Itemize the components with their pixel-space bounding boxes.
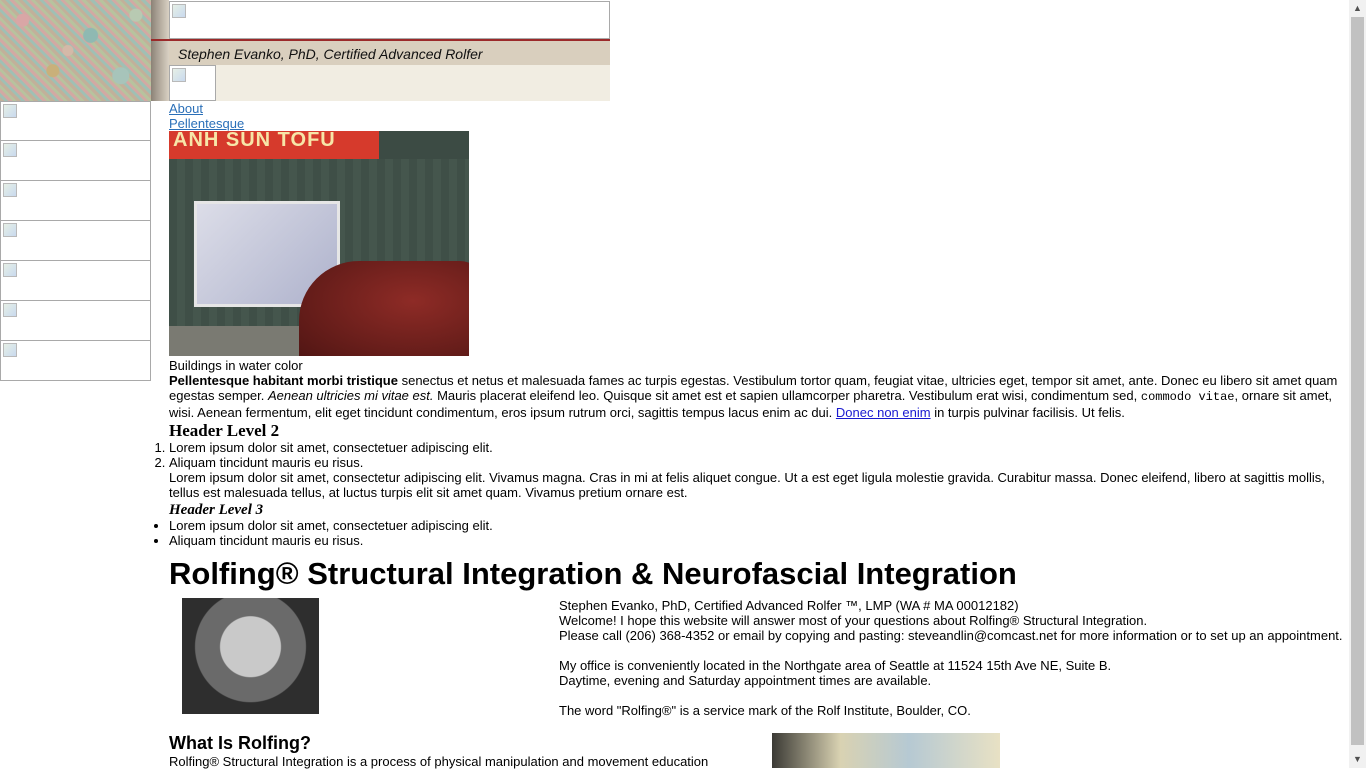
header-edge-shadow [151, 0, 169, 101]
photo-sign-text: ANH SUN TOFU [173, 131, 336, 151]
sidebar-nav-button-6[interactable] [0, 301, 151, 341]
list-item: Lorem ipsum dolor sit amet, consectetuer… [169, 518, 1349, 533]
info-line: Welcome! I hope this website will answer… [559, 613, 1148, 628]
info-line: Stephen Evanko, PhD, Certified Advanced … [559, 598, 1019, 613]
sidebar-nav-button-5[interactable] [0, 261, 151, 301]
side-photo [772, 733, 1000, 768]
article-paragraph: Pellentesque habitant morbi tristique se… [169, 373, 1349, 420]
scrollbar-thumb[interactable] [1351, 17, 1364, 745]
list-item: Aliquam tincidunt mauris eu risus. [169, 533, 1349, 548]
bold-lead: Pellentesque habitant morbi tristique [169, 373, 398, 388]
marble-texture-image [0, 0, 151, 101]
main-content: About Pellentesque ANH SUN TOFU Building… [169, 101, 1349, 592]
ordered-list: Lorem ipsum dolor sit amet, consectetuer… [169, 440, 1349, 470]
photo-caption: Buildings in water color [169, 358, 303, 373]
info-line: Daytime, evening and Saturday appointmen… [559, 673, 932, 688]
inline-link[interactable]: Donec non enim [836, 405, 931, 420]
info-line: My office is conveniently located in the… [559, 658, 1112, 673]
page-title: Rolfing® Structural Integration & Neurof… [169, 556, 1017, 591]
info-line: Please call (206) 368-4352 or email by c… [559, 628, 1343, 643]
street-photo: ANH SUN TOFU [169, 131, 469, 356]
sidebar-nav-button-2[interactable] [0, 141, 151, 181]
info-line: The word "Rolfing®" is a service mark of… [559, 703, 971, 718]
sidebar-nav-button-4[interactable] [0, 221, 151, 261]
sidebar-nav-button-7[interactable] [0, 341, 151, 381]
header-lower-band [169, 65, 610, 101]
vertical-scrollbar[interactable]: ▲ ▼ [1349, 0, 1366, 768]
contact-info: Stephen Evanko, PhD, Certified Advanced … [559, 598, 1359, 718]
what-is-rolfing-text: Rolfing® Structural Integration is a pro… [169, 754, 709, 769]
link-pellentesque[interactable]: Pellentesque [169, 116, 1349, 131]
paragraph-text-2: Mauris placerat eleifend leo. Quisque si… [433, 388, 1141, 403]
unordered-list: Lorem ipsum dolor sit amet, consectetuer… [169, 518, 1349, 548]
list-item: Lorem ipsum dolor sit amet, consectetuer… [169, 440, 1349, 455]
top-links: About Pellentesque [169, 101, 1349, 131]
broken-image-icon [169, 1, 610, 39]
list-item: Aliquam tincidunt mauris eu risus. [169, 455, 1349, 470]
broken-image-icon [169, 65, 216, 101]
heading-level-3: Header Level 3 [169, 502, 264, 518]
sidebar-nav [0, 101, 151, 381]
heading-level-2: Header Level 2 [169, 421, 280, 440]
header-banner-image [169, 0, 610, 40]
photo-car [299, 261, 469, 356]
paragraph-text-4: in turpis pulvinar facilisis. Ut felis. [930, 405, 1125, 420]
site-tagline: Stephen Evanko, PhD, Certified Advanced … [178, 46, 483, 62]
portrait-photo [182, 598, 319, 714]
blockquote: Lorem ipsum dolor sit amet, consectetur … [169, 470, 1325, 500]
code-text: commodo vitae [1140, 390, 1235, 404]
scroll-down-arrow-icon[interactable]: ▼ [1349, 751, 1366, 768]
sidebar-nav-button-1[interactable] [0, 101, 151, 141]
sidebar-nav-button-3[interactable] [0, 181, 151, 221]
italic-text: Aenean ultricies mi vitae est. [268, 388, 434, 403]
link-about[interactable]: About [169, 101, 1349, 116]
scroll-up-arrow-icon[interactable]: ▲ [1349, 0, 1366, 17]
what-is-rolfing-heading: What Is Rolfing? [169, 733, 311, 753]
